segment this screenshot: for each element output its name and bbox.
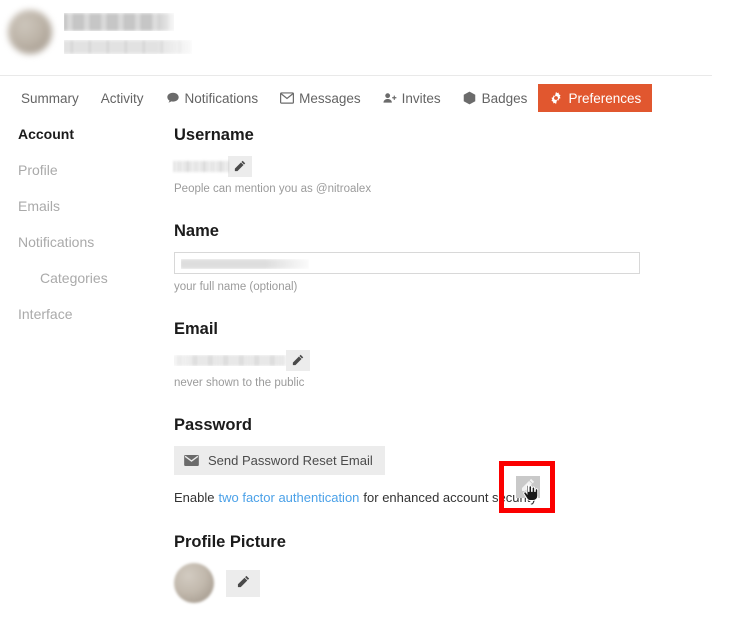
username-field-block: Username People can mention you as @nitr…	[174, 126, 734, 196]
sidebar-item-account[interactable]: Account	[18, 126, 158, 142]
user-nav-tabs: Summary Activity Notifications Messages …	[10, 84, 653, 112]
two-factor-prefix: Enable	[174, 490, 215, 505]
tab-preferences[interactable]: Preferences	[538, 84, 653, 112]
tab-summary-label: Summary	[21, 90, 79, 106]
sidebar-item-categories[interactable]: Categories	[18, 270, 158, 286]
pencil-icon	[292, 354, 304, 366]
hand-pointer-cursor	[523, 484, 539, 501]
preferences-sidebar: Account Profile Emails Notifications Cat…	[18, 126, 158, 342]
gear-icon	[549, 91, 563, 105]
preferences-form: Username People can mention you as @nitr…	[174, 126, 734, 629]
comment-icon	[166, 91, 180, 105]
profile-picture-edit-button[interactable]	[226, 569, 260, 597]
name-input[interactable]	[174, 252, 640, 274]
email-help-text: never shown to the public	[174, 377, 305, 389]
email-value-row	[174, 349, 734, 371]
email-field-block: Email never shown to the public	[174, 320, 734, 390]
name-field-block: Name your full name (optional)	[174, 222, 734, 294]
sidebar-item-profile-label: Profile	[18, 162, 58, 178]
tab-invites[interactable]: Invites	[372, 84, 452, 112]
email-edit-button[interactable]	[286, 349, 310, 371]
username-edit-button[interactable]	[228, 155, 252, 177]
tab-messages-label: Messages	[299, 90, 361, 106]
badge-icon	[463, 91, 477, 105]
password-label: Password	[174, 416, 252, 434]
profile-picture-label: Profile Picture	[174, 533, 286, 551]
tab-badges[interactable]: Badges	[452, 84, 539, 112]
sidebar-item-profile[interactable]: Profile	[18, 162, 158, 178]
header-divider	[0, 75, 712, 76]
tab-badges-label: Badges	[481, 90, 528, 106]
two-factor-authentication-link[interactable]: two factor authentication	[218, 489, 359, 507]
user-preferences-page: Summary Activity Notifications Messages …	[0, 0, 750, 603]
email-value-redacted	[174, 354, 286, 366]
user-profile-header	[0, 0, 750, 76]
tab-invites-label: Invites	[401, 90, 441, 106]
pencil-icon	[234, 160, 246, 172]
username-value-redacted	[174, 160, 228, 172]
envelope-icon	[280, 91, 295, 105]
name-input-wrap	[174, 252, 644, 274]
tab-activity[interactable]: Activity	[90, 84, 155, 112]
tab-summary[interactable]: Summary	[10, 84, 90, 112]
sidebar-item-notifications-label: Notifications	[18, 234, 95, 250]
tab-preferences-label: Preferences	[568, 90, 642, 106]
two-factor-suffix: for enhanced account security	[363, 490, 537, 505]
sidebar-item-account-label: Account	[18, 126, 74, 142]
sidebar-item-notifications[interactable]: Notifications	[18, 234, 158, 250]
pencil-icon	[237, 575, 250, 591]
sidebar-item-emails[interactable]: Emails	[18, 198, 158, 214]
sidebar-item-emails-label: Emails	[18, 198, 61, 214]
tab-notifications-label: Notifications	[184, 90, 259, 106]
username-value-row	[174, 155, 734, 177]
preferences-content: Account Profile Emails Notifications Cat…	[0, 126, 750, 603]
user-handle-redacted	[64, 40, 192, 54]
envelope-icon	[184, 455, 199, 466]
user-display-name-redacted	[64, 13, 174, 31]
tab-messages[interactable]: Messages	[269, 84, 372, 112]
tab-notifications[interactable]: Notifications	[155, 84, 270, 112]
email-label: Email	[174, 320, 219, 338]
sidebar-item-interface[interactable]: Interface	[18, 306, 158, 322]
avatar[interactable]	[8, 10, 52, 54]
send-password-reset-email-button[interactable]: Send Password Reset Email	[174, 446, 385, 475]
password-field-block: Password Send Password Reset Email Enabl…	[174, 416, 734, 507]
username-label: Username	[174, 126, 254, 144]
user-plus-icon	[383, 91, 397, 105]
profile-picture-field-block: Profile Picture	[174, 533, 734, 603]
profile-picture-avatar	[174, 563, 214, 603]
user-identity	[64, 9, 192, 54]
sidebar-item-categories-label: Categories	[40, 270, 108, 286]
two-factor-row: Enable two factor authentication for enh…	[174, 489, 734, 507]
sidebar-item-interface-label: Interface	[18, 306, 73, 322]
tab-activity-label: Activity	[100, 90, 144, 106]
username-help-text: People can mention you as @nitroalex	[174, 183, 372, 195]
profile-picture-row	[174, 563, 734, 603]
name-help-text: your full name (optional)	[174, 281, 298, 293]
name-label: Name	[174, 222, 219, 240]
send-password-reset-email-label: Send Password Reset Email	[208, 453, 373, 468]
